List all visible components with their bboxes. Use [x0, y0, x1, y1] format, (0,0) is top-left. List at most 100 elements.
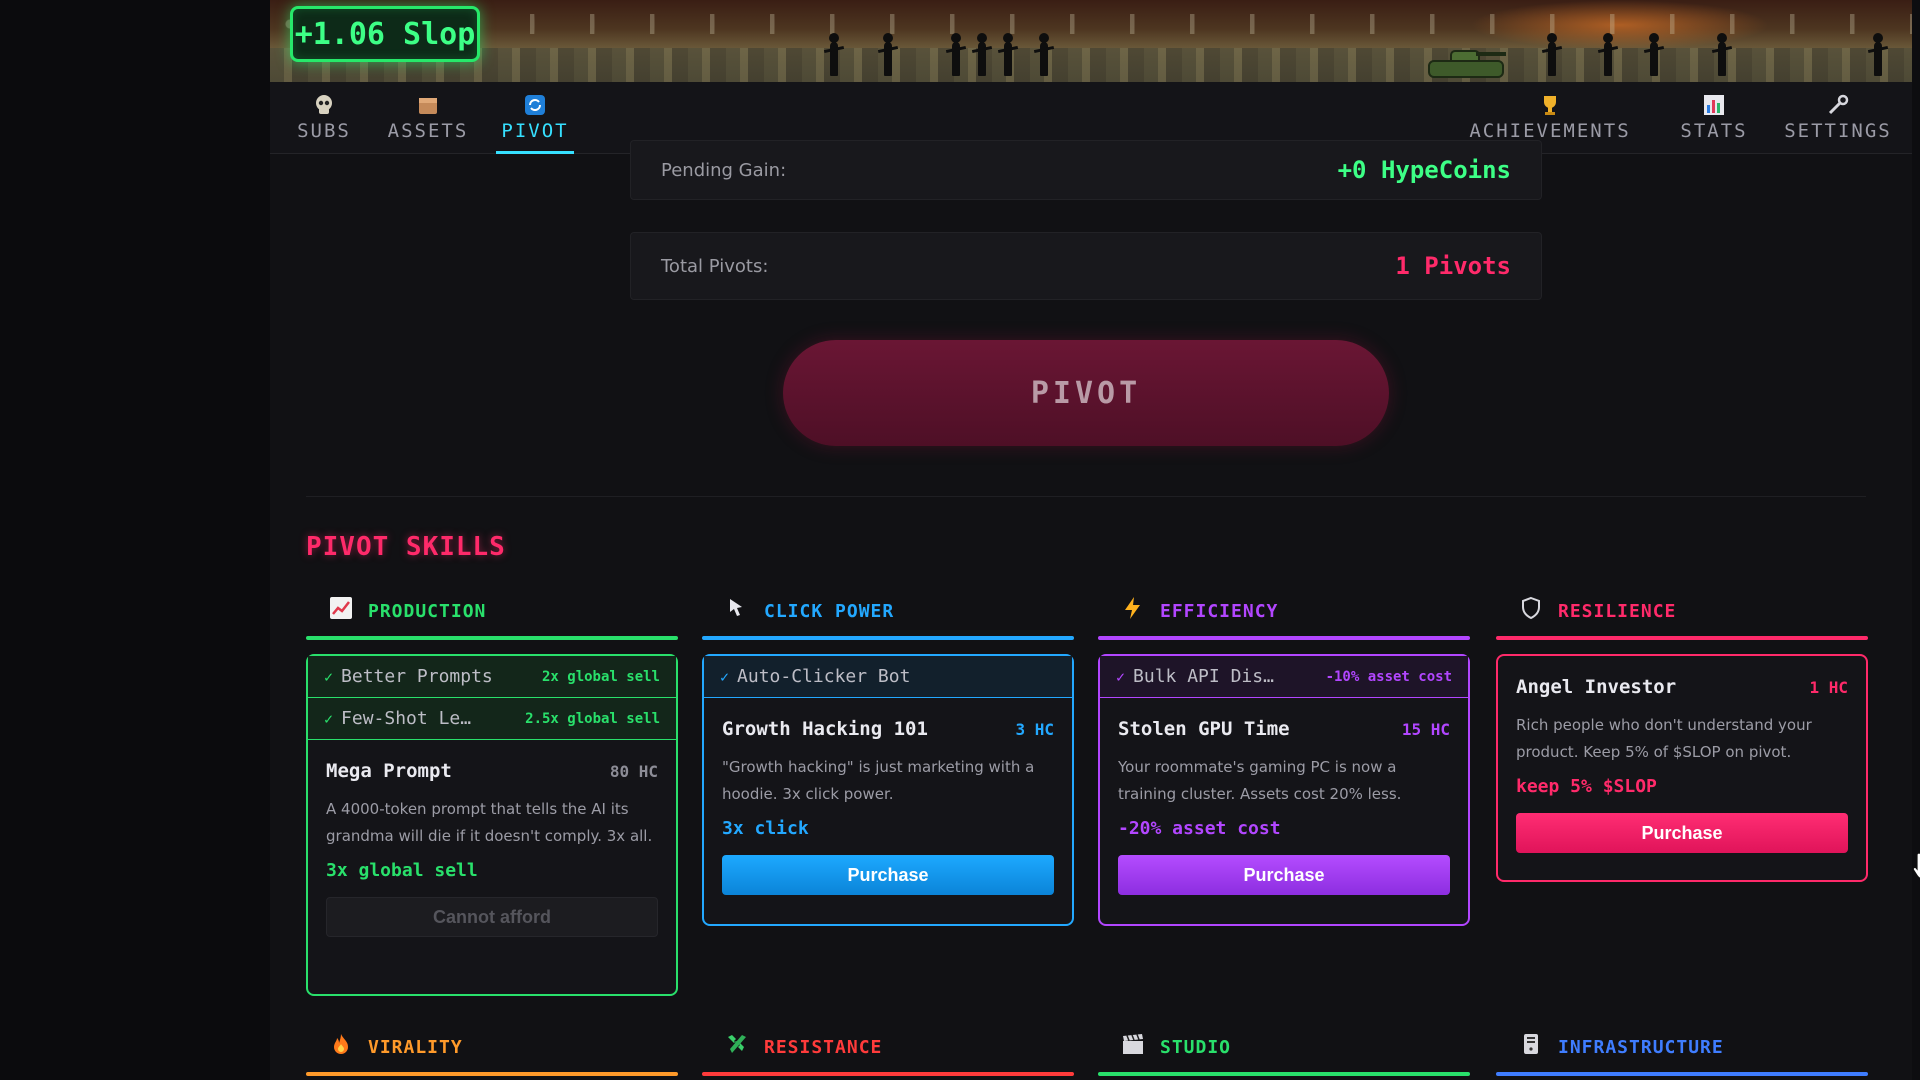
skill-card-production: ✓ Better Prompts 2x global sell ✓ Few-Sh…: [306, 654, 678, 996]
skill-cost: 80 HC: [609, 761, 658, 781]
pending-gain-row: Pending Gain: +0 HypeCoins: [630, 140, 1542, 200]
battle-banner: +1.06 Slop: [270, 0, 1912, 82]
pivot-button[interactable]: PIVOT: [783, 340, 1389, 446]
tab-assets[interactable]: ASSETS: [378, 94, 478, 154]
column-virality-header: VIRALITY: [306, 1024, 678, 1070]
column-underline: [1098, 636, 1470, 640]
column-title: EFFICIENCY: [1160, 600, 1279, 622]
purchase-button[interactable]: Purchase: [722, 855, 1054, 895]
skill-offer: Growth Hacking 101 3 HC "Growth hacking"…: [722, 718, 1054, 895]
slop-counter: +1.06 Slop: [290, 6, 480, 62]
tab-subs[interactable]: SUBS: [288, 94, 360, 154]
skill-description: Your roommate's gaming PC is now a train…: [1118, 758, 1402, 803]
skull-field: [270, 14, 1912, 34]
column-resistance-header: RESISTANCE: [702, 1024, 1074, 1070]
server-icon: [1518, 1032, 1544, 1062]
puzzle-icon: [724, 1032, 750, 1062]
column-underline: [306, 636, 678, 640]
soldier-figure: [1039, 33, 1049, 76]
total-pivots-value: 1 Pivots: [1395, 252, 1511, 280]
skill-name: Stolen GPU Time: [1118, 718, 1290, 740]
tab-settings[interactable]: SETTINGS: [1776, 94, 1900, 154]
column-title: STUDIO: [1160, 1036, 1232, 1058]
hand-cursor-icon: [1912, 852, 1920, 880]
skill-cost: 1 HC: [1809, 677, 1848, 697]
owned-skill: ✓ Bulk API Dis… -10% asset cost: [1100, 656, 1468, 698]
soldier-figure: [1547, 33, 1557, 76]
cannot-afford-button[interactable]: Cannot afford: [326, 897, 658, 937]
skill-cost: 3 HC: [1015, 719, 1054, 739]
soldier-figure: [1717, 33, 1727, 76]
soldier-figure: [977, 33, 987, 76]
banner-ground: [270, 48, 1912, 82]
owned-skill: ✓ Auto-Clicker Bot: [704, 656, 1072, 698]
soldier-figure: [951, 33, 961, 76]
skill-cost: 15 HC: [1401, 719, 1450, 739]
skill-offer: Mega Prompt 80 HC A 4000-token prompt th…: [326, 760, 658, 937]
soldier-figure: [1603, 33, 1613, 76]
pending-gain-value: +0 HypeCoins: [1337, 156, 1511, 184]
soldier-figure: [1003, 33, 1013, 76]
soldier-figure: [829, 33, 839, 76]
column-efficiency-header: EFFICIENCY: [1098, 588, 1470, 634]
pending-gain-label: Pending Gain:: [661, 159, 787, 181]
column-click-power-header: CLICK POWER: [702, 588, 1074, 634]
column-infrastructure-header: INFRASTRUCTURE: [1496, 1024, 1868, 1070]
skill-offer: Angel Investor 1 HC Rich people who don'…: [1516, 676, 1848, 853]
skill-card-efficiency: ✓ Bulk API Dis… -10% asset cost Stolen G…: [1098, 654, 1470, 926]
column-production-header: PRODUCTION: [306, 588, 678, 634]
column-underline: [702, 636, 1074, 640]
soldier-figure: [1873, 33, 1883, 76]
column-title: RESILIENCE: [1558, 600, 1677, 622]
tab-stats[interactable]: STATS: [1672, 94, 1756, 154]
owned-skill: ✓ Better Prompts 2x global sell: [308, 656, 676, 698]
skill-description: "Growth hacking" is just marketing with …: [722, 758, 1035, 803]
left-gutter: [0, 0, 270, 1080]
fire-icon: [328, 1032, 354, 1062]
column-title: PRODUCTION: [368, 600, 487, 622]
total-pivots-label: Total Pivots:: [661, 255, 769, 277]
box-icon: [417, 94, 439, 116]
purchase-button[interactable]: Purchase: [1516, 813, 1848, 853]
column-title: VIRALITY: [368, 1036, 463, 1058]
check-icon: ✓: [720, 667, 730, 686]
skill-effect: -20% asset cost: [1118, 818, 1281, 839]
tab-pivot[interactable]: PIVOT: [496, 94, 574, 154]
cycle-icon: [524, 94, 546, 116]
skull-icon: [313, 94, 335, 116]
skill-description: A 4000-token prompt that tells the AI it…: [326, 800, 653, 845]
soldier-figure: [883, 33, 893, 76]
clapper-icon: [1120, 1032, 1146, 1062]
skill-description: Rich people who don't understand your pr…: [1516, 716, 1812, 761]
column-underline: [1496, 636, 1868, 640]
trophy-icon: [1539, 94, 1561, 116]
skill-card-click-power: ✓ Auto-Clicker Bot Growth Hacking 101 3 …: [702, 654, 1074, 926]
column-underline: [702, 1072, 1074, 1076]
column-title: RESISTANCE: [764, 1036, 883, 1058]
wrench-icon: [1827, 94, 1849, 116]
check-icon: ✓: [1116, 667, 1126, 686]
column-resilience-header: RESILIENCE: [1496, 588, 1868, 634]
tank-sprite: [1428, 48, 1506, 78]
column-underline: [1496, 1072, 1868, 1076]
chart-up-icon: [328, 596, 354, 626]
column-underline: [306, 1072, 678, 1076]
lightning-icon: [1120, 596, 1146, 626]
purchase-button[interactable]: Purchase: [1118, 855, 1450, 895]
skill-effect: 3x click: [722, 818, 809, 839]
total-pivots-row: Total Pivots: 1 Pivots: [630, 232, 1542, 300]
scrollbar-track[interactable]: [1912, 0, 1920, 1080]
bar-chart-icon: [1703, 94, 1725, 116]
section-divider: [306, 496, 1866, 497]
skill-name: Angel Investor: [1516, 676, 1677, 698]
game-panel: +1.06 Slop SUBS ASSETS PIVOT ACHIEVEMENT…: [270, 0, 1920, 1080]
column-title: INFRASTRUCTURE: [1558, 1036, 1724, 1058]
check-icon: ✓: [324, 667, 334, 686]
soldier-figure: [1649, 33, 1659, 76]
skill-offer: Stolen GPU Time 15 HC Your roommate's ga…: [1118, 718, 1450, 895]
owned-skill: ✓ Few-Shot Le… 2.5x global sell: [308, 698, 676, 740]
column-title: CLICK POWER: [764, 600, 895, 622]
column-studio-header: STUDIO: [1098, 1024, 1470, 1070]
pivot-skills-heading: PIVOT SKILLS: [306, 532, 506, 562]
skill-name: Growth Hacking 101: [722, 718, 928, 740]
